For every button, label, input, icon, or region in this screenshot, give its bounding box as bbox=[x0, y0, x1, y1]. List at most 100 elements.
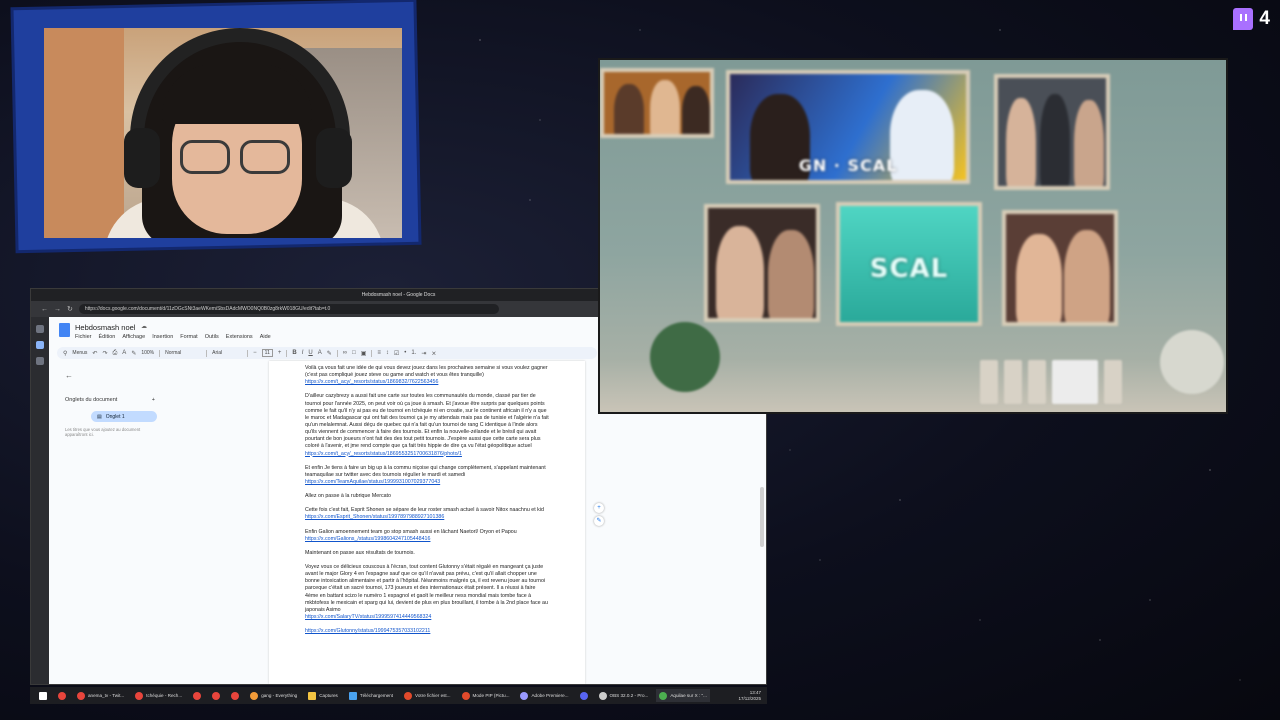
taskbar-item[interactable] bbox=[55, 689, 69, 702]
scrollbar[interactable] bbox=[760, 487, 764, 547]
forward-arrow-icon[interactable]: → bbox=[54, 306, 61, 313]
doc-title[interactable]: Hebdosmash noel bbox=[75, 323, 135, 332]
menu-edition[interactable]: Édition bbox=[99, 334, 116, 340]
paragraph-link[interactable]: https://x.com/TeamAquilae/status/1999931… bbox=[305, 479, 549, 486]
taskbar-item-label: tchéquie - Rech... bbox=[146, 693, 183, 698]
video-panel: GN · SCAL SCAL bbox=[598, 58, 1228, 414]
side-panel-icon[interactable] bbox=[36, 357, 44, 365]
doc-paragraph[interactable]: Maintenant on passe aux résultats de tou… bbox=[305, 550, 549, 557]
taskbar-item[interactable]: Téléchargement bbox=[346, 689, 396, 702]
font-size-field[interactable]: 11 bbox=[261, 349, 273, 357]
spellcheck-icon[interactable]: A bbox=[122, 350, 126, 356]
taskbar-item[interactable] bbox=[36, 689, 50, 702]
text-color-icon[interactable]: A bbox=[318, 350, 322, 356]
taskbar-item[interactable] bbox=[577, 689, 591, 702]
document-page[interactable]: Voilà ça vous fait une idée de qui vous … bbox=[269, 361, 585, 684]
taskbar-item[interactable]: Adobe Premiere... bbox=[517, 689, 571, 702]
side-panel-icon[interactable] bbox=[36, 341, 44, 349]
doc-paragraph[interactable]: D'ailleur cazybrezy a aussi fait une car… bbox=[305, 393, 549, 457]
print-icon[interactable]: ⎙ bbox=[112, 350, 117, 357]
back-arrow-icon[interactable]: ← bbox=[65, 371, 73, 380]
paragraph-link[interactable]: https://x.com/SalaryTV/status/1999597414… bbox=[305, 614, 549, 621]
font-select[interactable]: Arial bbox=[212, 350, 242, 356]
bullet-list-icon[interactable]: • bbox=[404, 350, 406, 356]
style-select[interactable]: Normal bbox=[165, 350, 201, 356]
doc-paragraph[interactable]: Cette fois c'est fait, Esprit Shonen se … bbox=[305, 507, 549, 521]
taskbar-item[interactable] bbox=[209, 689, 223, 702]
taskbar-item[interactable]: Mode PIP (Pictu... bbox=[459, 689, 513, 702]
image-icon[interactable]: ▣ bbox=[361, 350, 367, 357]
comment-icon[interactable]: □ bbox=[352, 350, 356, 356]
taskbar-item[interactable]: anema_tv - Twit... bbox=[74, 689, 127, 702]
add-tab-button[interactable]: + bbox=[152, 397, 155, 403]
paint-format-icon[interactable]: ✎ bbox=[131, 350, 136, 357]
align-icon[interactable]: ≡ bbox=[377, 350, 381, 356]
menu-affichage[interactable]: Affichage bbox=[122, 334, 145, 340]
menu-aide[interactable]: Aide bbox=[260, 334, 271, 340]
bold-icon[interactable]: B bbox=[292, 350, 296, 356]
paragraph-text: Maintenant on passe aux résultats de tou… bbox=[305, 549, 415, 556]
docs-logo-icon[interactable] bbox=[59, 323, 70, 337]
taskbar-item[interactable]: gang - Everything bbox=[247, 689, 300, 702]
cloud-status-icon: ☁ bbox=[141, 324, 147, 330]
menu-fichier[interactable]: Fichier bbox=[75, 334, 92, 340]
undo-icon[interactable]: ↶ bbox=[92, 350, 97, 357]
taskbar-item[interactable] bbox=[190, 689, 204, 702]
doc-paragraph[interactable]: Voilà ça vous fait une idée de qui vous … bbox=[305, 365, 549, 386]
taskbar-item[interactable]: tchéquie - Rech... bbox=[132, 689, 185, 702]
underline-icon[interactable]: U bbox=[308, 350, 312, 356]
doc-paragraph[interactable]: Allez on passe à la rubrique Mercato bbox=[305, 493, 549, 500]
paragraph-link[interactable]: https://x.com/t_acy/_resorts/status/1869… bbox=[305, 379, 549, 386]
photo-frame bbox=[704, 204, 820, 322]
menu-extensions[interactable]: Extensions bbox=[226, 334, 253, 340]
menu-outils[interactable]: Outils bbox=[205, 334, 219, 340]
paragraph-link[interactable]: https://x.com/Galions_/status/1998604247… bbox=[305, 536, 549, 543]
indent-icon[interactable]: ⇥ bbox=[421, 350, 426, 357]
menus-search[interactable]: Menus bbox=[72, 350, 87, 356]
premiere-icon bbox=[520, 691, 529, 700]
url-field[interactable]: https://docs.google.com/document/d/11zDG… bbox=[78, 304, 499, 314]
chrome-icon bbox=[231, 691, 240, 700]
paragraph-link[interactable]: https://x.com/t_acy/_resorts/status/1869… bbox=[305, 451, 549, 458]
back-arrow-icon[interactable]: ← bbox=[41, 306, 48, 313]
paragraph-link[interactable]: https://x.com/Glutonny/status/1999475357… bbox=[305, 628, 549, 635]
doc-paragraph[interactable]: Enfin Galion amoennement team go stop sm… bbox=[305, 529, 549, 543]
taskbar-item[interactable]: Votre fichier est... bbox=[401, 689, 454, 702]
taskbar-item[interactable]: Aquilae sur X : "... bbox=[656, 689, 710, 702]
link-icon[interactable]: ∞ bbox=[343, 350, 347, 356]
tab-onglet-1[interactable]: ▤ Onglet 1 bbox=[91, 411, 157, 422]
taskbar-item[interactable] bbox=[228, 689, 242, 702]
side-panel-icon[interactable] bbox=[36, 325, 44, 333]
search-icon bbox=[250, 691, 259, 700]
menu-insertion[interactable]: Insertion bbox=[152, 334, 173, 340]
taskbar-item-label: Aquilae sur X : "... bbox=[670, 693, 707, 698]
paragraph-link[interactable]: https://x.com/Esprit_Shonen/status/19978… bbox=[305, 514, 549, 521]
photo-frame bbox=[1002, 210, 1118, 326]
search-icon[interactable]: ⚲ bbox=[63, 350, 67, 357]
highlight-icon[interactable]: ✎ bbox=[327, 350, 332, 357]
doc-paragraph[interactable]: Et enfin Je tiens à faire un big up à la… bbox=[305, 465, 549, 486]
checklist-icon[interactable]: ☑ bbox=[394, 350, 399, 357]
suggest-edit-icon[interactable]: ✎ bbox=[594, 516, 604, 526]
system-clock[interactable]: 13:47 17/12/2025 bbox=[738, 690, 767, 701]
numbered-list-icon[interactable]: 1. bbox=[411, 350, 416, 356]
taskbar-item[interactable]: Captures bbox=[305, 689, 341, 702]
doc-paragraph[interactable]: Voyez vous ce délicieux couscous à l'écr… bbox=[305, 564, 549, 621]
zoom-select[interactable]: 100% bbox=[141, 350, 154, 356]
viewer-badge: 4 bbox=[1233, 8, 1270, 30]
tab-icon: ▤ bbox=[97, 413, 102, 420]
taskbar-item[interactable]: OBS 32.0.2 - Pro... bbox=[596, 689, 652, 702]
italic-icon[interactable]: I bbox=[302, 350, 304, 356]
taskbar-item-label: Mode PIP (Pictu... bbox=[472, 693, 510, 698]
photo-frame-gn-scal: GN · SCAL bbox=[726, 70, 970, 184]
add-comment-icon[interactable]: + bbox=[594, 503, 604, 513]
reload-icon[interactable]: ↻ bbox=[67, 305, 73, 313]
decrease-size-icon[interactable]: − bbox=[253, 350, 257, 356]
redo-icon[interactable]: ↷ bbox=[102, 350, 107, 357]
menu-format[interactable]: Format bbox=[180, 334, 197, 340]
doc-paragraph[interactable]: https://x.com/Glutonny/status/1999475357… bbox=[305, 628, 549, 635]
paragraph-text: Voilà ça vous fait une idée de qui vous … bbox=[305, 365, 548, 379]
line-spacing-icon[interactable]: ↕ bbox=[386, 350, 389, 356]
increase-size-icon[interactable]: + bbox=[278, 350, 282, 356]
clear-format-icon[interactable]: ⨯ bbox=[431, 350, 436, 357]
